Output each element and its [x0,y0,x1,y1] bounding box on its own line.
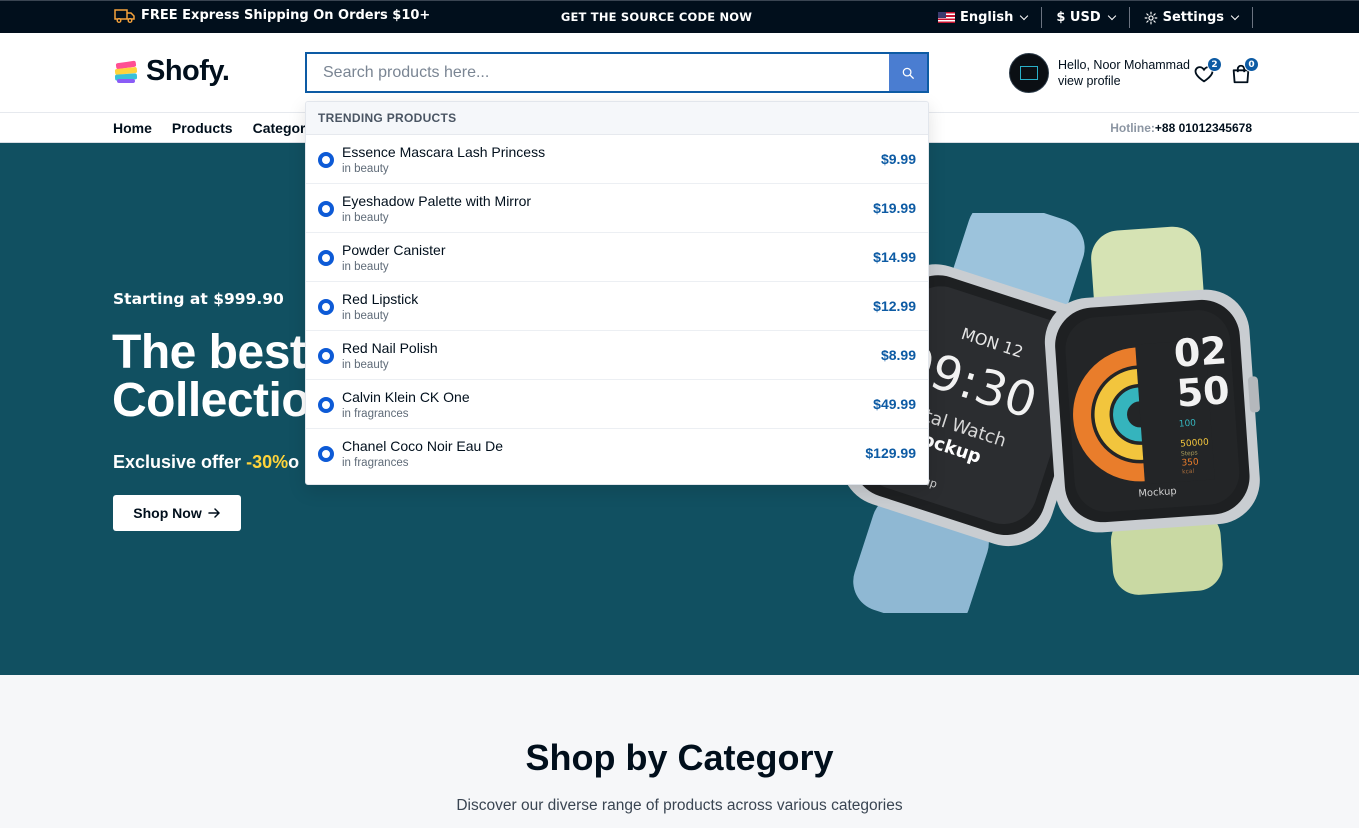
currency-selector[interactable]: $ USD [1042,7,1128,28]
hero-offer: Exclusive offer -30%o [113,452,299,473]
chevron-down-icon [1020,11,1029,20]
nav-item-products[interactable]: Products [172,120,233,136]
user-profile[interactable]: Hello, Noor Mohammad view profile [1009,53,1190,93]
currency-label: $ USD [1056,10,1101,25]
search-bar [305,52,929,93]
search-input[interactable] [307,54,889,91]
nav-item-home[interactable]: Home [113,120,152,136]
hero-title-line-2: Collectio [112,374,311,427]
section-title: Shop by Category [525,737,834,778]
top-bar: FREE Express Shipping On Orders $10+ GET… [0,0,1359,33]
bullet-icon [318,299,334,315]
shop-by-category-section: Shop by Category Discover our diverse ra… [0,675,1359,828]
search-button[interactable] [889,54,927,91]
view-profile-link[interactable]: view profile [1058,73,1190,89]
suggestion-item[interactable]: Powder Canister in beauty $14.99 [306,233,928,282]
settings-label: Settings [1162,10,1224,25]
suggestion-item[interactable]: Eyeshadow Palette with Mirror in beauty … [306,184,928,233]
chevron-down-icon [1107,11,1116,20]
right-watch-stat-3-unit: kcal [1182,468,1195,476]
wishlist-button[interactable]: 2 [1193,57,1222,85]
suggestion-category: in beauty [342,212,389,224]
hotline-number[interactable]: +88 01012345678 [1155,121,1252,135]
suggestion-name: Red Lipstick [342,291,419,307]
language-label: English [959,10,1014,25]
suggestion-item[interactable]: Essence Mascara Lash Princess in beauty … [306,135,928,184]
right-watch-stat-3: 350 [1181,457,1199,468]
suggestion-name: Red Nail Polish [342,340,438,356]
language-selector[interactable]: English [924,7,1041,28]
suggestion-item[interactable]: Calvin Klein CK One in fragrances $49.99 [306,380,928,429]
logo-text: Shofy. [146,55,230,87]
search-suggestions-dropdown: TRENDING PRODUCTS Essence Mascara Lash P… [305,101,929,485]
suggestion-item[interactable]: Red Lipstick in beauty $12.99 [306,282,928,331]
suggestion-item[interactable]: Chanel Coco Noir Eau De in fragrances $1… [306,429,928,478]
arrow-right-icon [207,508,220,518]
bullet-icon [318,348,334,364]
dropdown-heading: TRENDING PRODUCTS [306,102,928,135]
bullet-icon [318,250,334,266]
suggestion-price: $9.99 [880,151,916,167]
bullet-icon [318,446,334,462]
suggestion-price: $12.99 [873,298,916,314]
hero-title: The best Collectio [112,326,311,427]
settings-selector[interactable]: Settings [1130,7,1252,28]
hotline-label: Hotline: [1110,121,1155,135]
suggestion-name: Essence Mascara Lash Princess [342,144,546,160]
logo-mark-icon [114,60,138,83]
suggestion-price: $8.99 [880,347,916,363]
wishlist-count: 2 [1207,57,1222,72]
offer-suffix: o [288,452,300,472]
flag-us-icon [937,12,955,23]
suggestion-price: $19.99 [873,200,916,216]
bullet-icon [318,152,334,168]
search-icon [902,67,914,79]
suggestion-item[interactable]: Red Nail Polish in beauty $8.99 [306,331,928,380]
right-watch-minute: 50 [1175,368,1231,416]
hotline: Hotline:+88 01012345678 [1110,121,1252,135]
site-logo[interactable]: Shofy. [113,55,230,88]
suggestion-price: $14.99 [873,249,916,265]
hero-starting-price: Starting at $999.90 [113,290,284,308]
suggestion-category: in beauty [342,359,389,371]
gear-icon [1144,11,1158,24]
divider [1252,7,1253,28]
right-watch-stat-2: 50000 [1180,438,1210,450]
chevron-down-icon [1230,11,1240,20]
suggestion-name: Powder Canister [342,242,446,258]
suggestion-category: in beauty [342,261,389,273]
bullet-icon [318,397,334,413]
suggestion-category: in fragrances [342,457,409,469]
offer-percent: -30% [246,452,289,472]
cart-count: 0 [1244,57,1259,72]
hero-title-line-1: The best [112,326,306,379]
bullet-icon [318,201,334,217]
right-watch-stat-2-unit: Steps [1181,449,1198,457]
avatar[interactable] [1009,53,1049,93]
suggestion-category: in beauty [342,163,389,175]
user-greeting: Hello, Noor Mohammad [1058,58,1190,72]
suggestion-category: in beauty [342,310,389,322]
suggestion-name: Eyeshadow Palette with Mirror [342,193,532,209]
suggestion-name: Calvin Klein CK One [342,389,470,405]
right-watch-stat-1: 100 [1179,419,1197,430]
suggestion-price: $129.99 [865,445,916,461]
suggestion-category: in fragrances [342,408,409,420]
cart-button[interactable]: 0 [1230,57,1259,85]
shop-now-label: Shop Now [133,505,202,521]
suggestion-name: Chanel Coco Noir Eau De [342,438,504,454]
shop-now-button[interactable]: Shop Now [113,495,241,531]
suggestion-price: $49.99 [873,396,916,412]
offer-prefix: Exclusive offer [113,452,242,472]
section-subtitle: Discover our diverse range of products a… [456,797,903,814]
